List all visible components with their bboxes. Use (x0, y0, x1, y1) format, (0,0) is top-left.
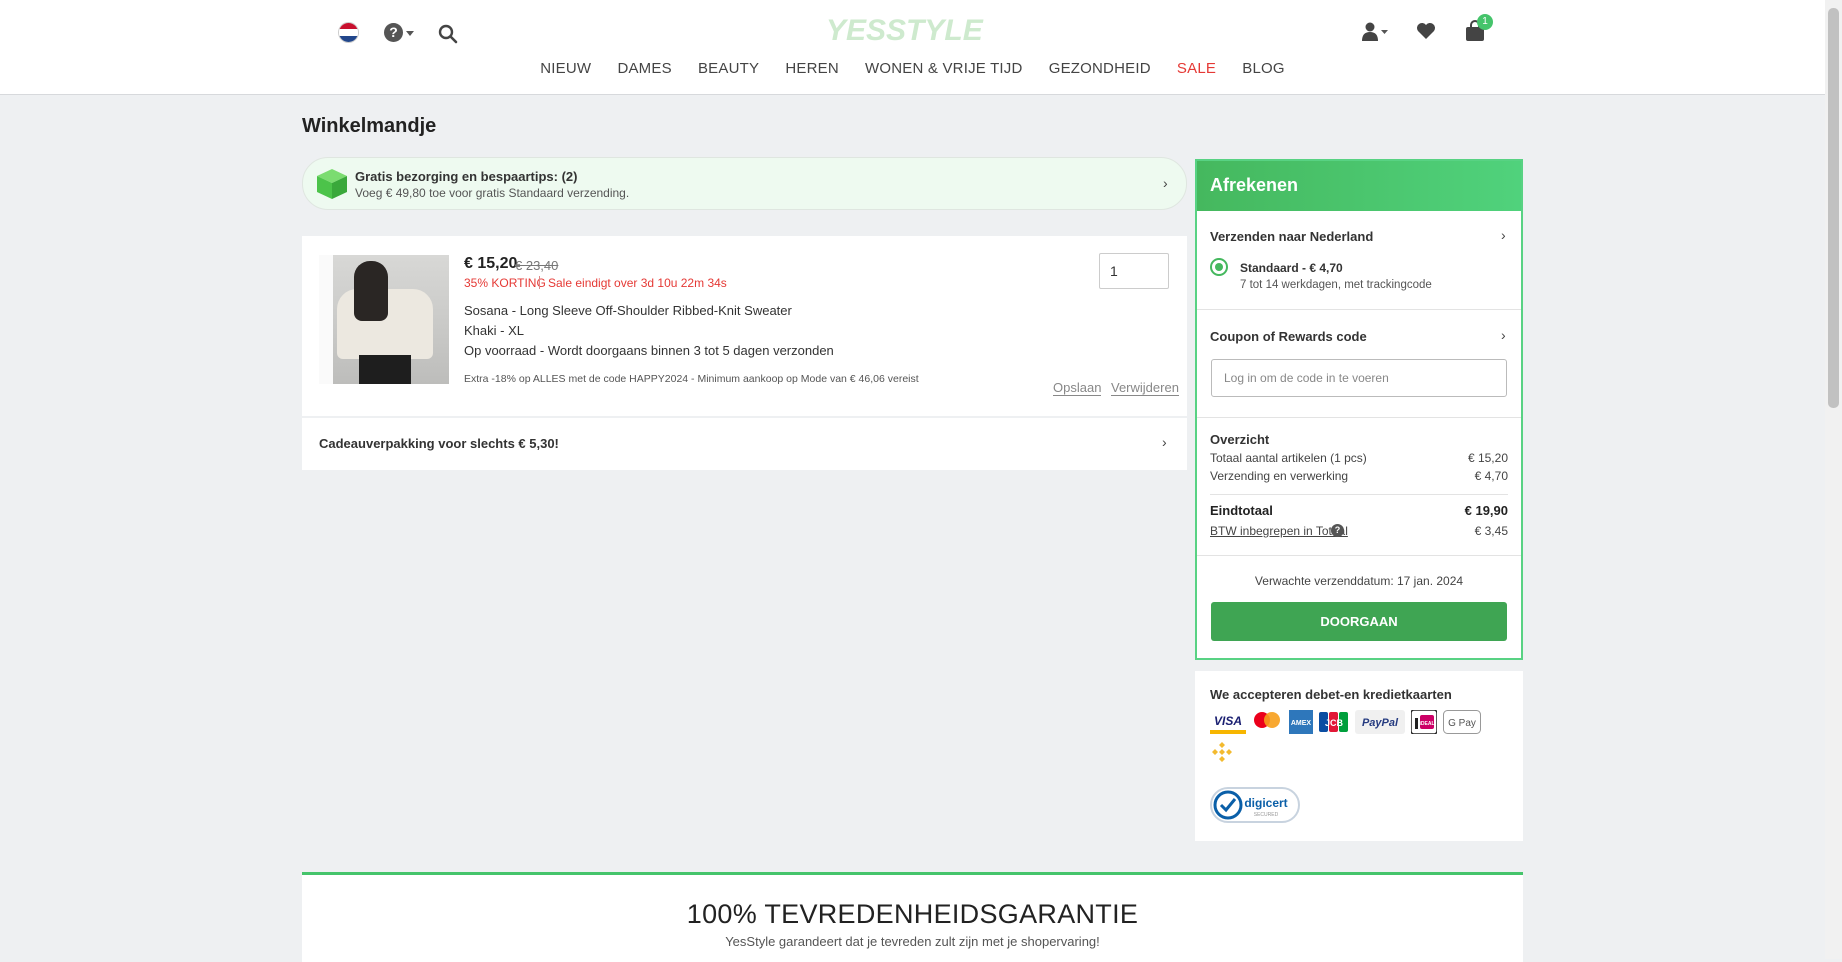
divider (1210, 494, 1508, 495)
site-header: ? YESSTYLE 1 NIEUW DAMES BEAUTY HEREN WO… (0, 0, 1825, 95)
amex-icon: AMEX (1289, 710, 1313, 734)
guarantee-subtitle: YesStyle garandeert dat je tevreden zult… (725, 934, 1100, 949)
chevron-right-icon[interactable]: › (1501, 227, 1506, 243)
svg-text:G Pay: G Pay (1448, 718, 1476, 729)
divider (1197, 417, 1521, 418)
shipping-cost-value: € 4,70 (1474, 469, 1508, 483)
main-nav: NIEUW DAMES BEAUTY HEREN WONEN & VRIJE T… (0, 60, 1825, 77)
chevron-right-icon: › (1163, 175, 1168, 191)
svg-text:SECURED: SECURED (1254, 812, 1279, 818)
wishlist-heart-icon[interactable] (1416, 22, 1436, 40)
expected-ship-date: Verwachte verzenddatum: 17 jan. 2024 (1254, 574, 1464, 588)
svg-text:JCB: JCB (1325, 718, 1344, 728)
chevron-right-icon: › (1162, 434, 1167, 450)
nav-item-blog[interactable]: BLOG (1242, 60, 1284, 77)
nav-item-gezondheid[interactable]: GEZONDHEID (1049, 60, 1151, 77)
chevron-right-icon[interactable]: › (1501, 327, 1506, 343)
coupon-label[interactable]: Coupon of Rewards code (1210, 329, 1367, 344)
paypal-icon: PayPal (1355, 710, 1405, 734)
netherlands-flag-icon[interactable] (339, 23, 358, 42)
gift-wrap-label: Cadeauverpakking voor slechts € 5,30! (319, 436, 559, 451)
product-name[interactable]: Sosana - Long Sleeve Off-Shoulder Ribbed… (464, 303, 792, 318)
gift-wrap-option[interactable]: Cadeauverpakking voor slechts € 5,30! › (302, 418, 1187, 470)
product-variant: Khaki - XL (464, 323, 524, 338)
package-icon (317, 169, 347, 199)
cart-count-badge: 1 (1477, 14, 1493, 30)
svg-text:AMEX: AMEX (1291, 720, 1312, 727)
free-shipping-promo[interactable]: Gratis bezorging en bespaartips: (2) Voe… (302, 157, 1187, 210)
discount-badge: 35% KORTING (464, 276, 546, 290)
google-pay-icon: G Pay (1443, 710, 1481, 734)
digicert-seal-icon: digicert SECURED (1210, 787, 1300, 823)
svg-text:iDEAL: iDEAL (1420, 721, 1435, 727)
promo-subtitle: Voeg € 49,80 toe voor gratis Standaard v… (355, 186, 630, 200)
yesstyle-logo[interactable]: YESSTYLE (818, 8, 1008, 52)
question-icon[interactable]: ? (1331, 524, 1344, 537)
coupon-code-input[interactable]: Log in om de code in te voeren (1211, 359, 1507, 397)
account-icon[interactable] (1362, 22, 1388, 42)
binance-pay-icon (1212, 742, 1232, 762)
quantity-input[interactable]: 1 (1099, 253, 1169, 289)
vat-value: € 3,45 (1474, 524, 1508, 538)
jcb-icon: JCB (1319, 712, 1348, 732)
product-image[interactable] (319, 255, 449, 384)
vat-info-link[interactable]: BTW inbegrepen in Totaal (1210, 524, 1348, 538)
nav-item-wonen[interactable]: WONEN & VRIJE TIJD (865, 60, 1023, 77)
mastercard-icon (1254, 712, 1280, 728)
items-total-label: Totaal aantal artikelen (1 pcs) (1210, 451, 1367, 465)
items-total-value: € 15,20 (1467, 451, 1508, 465)
standard-shipping-days: 7 tot 14 werkdagen, met trackingcode (1240, 279, 1432, 291)
remove-item-link[interactable]: Verwijderen (1111, 380, 1179, 396)
nav-item-dames[interactable]: DAMES (617, 60, 671, 77)
shipping-cost-label: Verzending en verwerking (1210, 469, 1349, 483)
scrollbar-thumb[interactable] (1828, 8, 1839, 408)
svg-text:PayPal: PayPal (1362, 717, 1399, 729)
help-icon[interactable]: ? (384, 23, 403, 42)
standard-shipping-radio[interactable] (1210, 258, 1228, 276)
search-icon[interactable] (438, 24, 458, 44)
page-title: Winkelmandje (302, 115, 437, 137)
visa-icon: VISA (1210, 710, 1246, 734)
svg-text:VISA: VISA (1214, 714, 1242, 728)
item-price: € 15,20 (464, 255, 518, 272)
cart-item: € 15,20 € 23,40 35% KORTING Sale eindigt… (302, 236, 1187, 416)
svg-text:digicert: digicert (1244, 796, 1287, 810)
promo-title: Gratis bezorging en bespaartips: (2) (355, 169, 578, 184)
shipping-destination[interactable]: Verzenden naar Nederland (1210, 229, 1373, 244)
nav-item-nieuw[interactable]: NIEUW (540, 60, 591, 77)
satisfaction-guarantee: 100% TEVREDENHEIDSGARANTIE YesStyle gara… (302, 872, 1523, 962)
payment-methods: We accepteren debet-en kredietkaarten VI… (1195, 671, 1523, 841)
guarantee-title: 100% TEVREDENHEIDSGARANTIE (686, 899, 1139, 929)
stock-status: Op voorraad - Wordt doorgaans binnen 3 t… (464, 343, 834, 358)
divider (539, 276, 540, 289)
divider (1197, 309, 1521, 310)
checkout-title: Afrekenen (1210, 175, 1299, 195)
chevron-down-icon (406, 31, 414, 36)
sale-countdown: Sale eindigt over 3d 10u 22m 34s (548, 276, 727, 290)
grand-total-label: Eindtotaal (1210, 503, 1273, 518)
extra-discount-note: Extra -18% op ALLES met de code HAPPY202… (464, 373, 919, 385)
checkout-panel: Afrekenen Verzenden naar Nederland › Sta… (1195, 159, 1523, 660)
nav-item-beauty[interactable]: BEAUTY (698, 60, 759, 77)
svg-text:YESSTYLE: YESSTYLE (826, 14, 984, 47)
divider (1197, 555, 1521, 556)
grand-total-value: € 19,90 (1464, 503, 1508, 518)
item-old-price: € 23,40 (515, 258, 559, 273)
continue-button[interactable]: DOORGAAN (1211, 602, 1507, 641)
nav-item-sale[interactable]: SALE (1177, 60, 1216, 77)
payment-title: We accepteren debet-en kredietkaarten (1210, 687, 1452, 702)
overview-title: Overzicht (1210, 432, 1270, 447)
nav-item-heren[interactable]: HEREN (785, 60, 839, 77)
save-for-later-link[interactable]: Opslaan (1053, 380, 1102, 396)
ideal-icon: iDEAL (1411, 710, 1437, 734)
standard-shipping-label: Standaard - € 4,70 (1240, 261, 1343, 275)
checkout-header: Afrekenen (1197, 161, 1521, 211)
